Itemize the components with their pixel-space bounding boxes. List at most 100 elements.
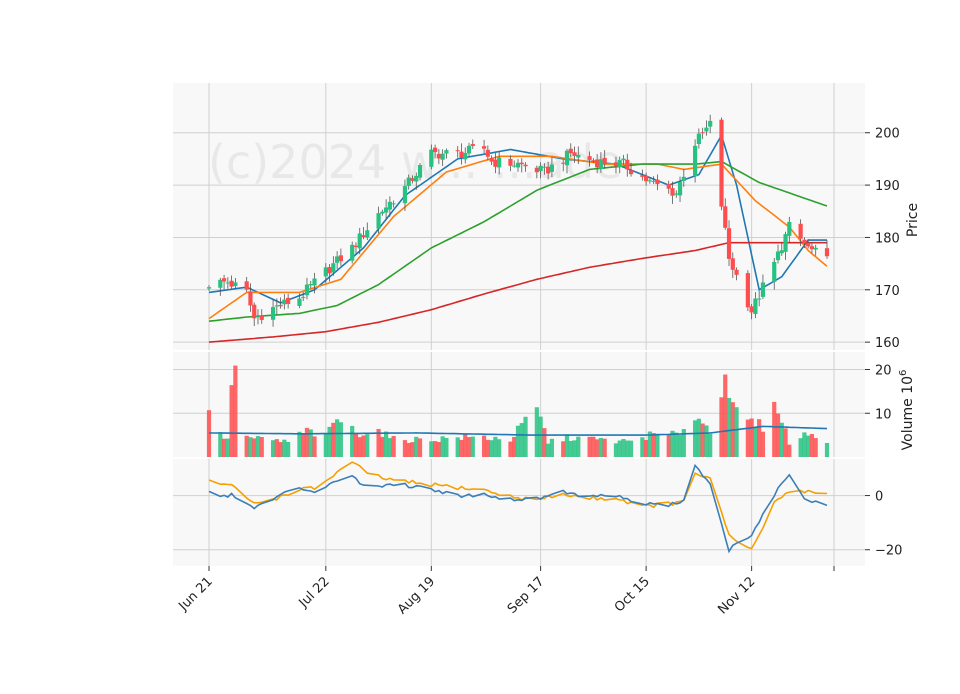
candle-body xyxy=(617,160,622,168)
candle-body xyxy=(331,263,336,273)
volume-bar xyxy=(677,434,683,457)
candle-body xyxy=(824,248,830,257)
x-tick-label: Aug 19 xyxy=(395,574,438,617)
volume-bar xyxy=(772,401,777,457)
volume-bar xyxy=(625,440,630,457)
candle-body xyxy=(670,188,675,196)
candle-body xyxy=(481,146,487,149)
candle-body xyxy=(282,299,287,305)
candle-body xyxy=(221,278,227,282)
candle-body xyxy=(598,159,604,169)
volume-bar xyxy=(493,436,498,457)
candle-body xyxy=(757,298,762,300)
volume-bar xyxy=(587,436,592,457)
candle-body xyxy=(304,284,310,296)
candle-body xyxy=(753,298,758,315)
volume-bar xyxy=(726,397,732,457)
volume-bar xyxy=(757,419,762,457)
candle-body xyxy=(391,203,396,205)
candle-body xyxy=(719,119,724,207)
candle-body xyxy=(546,166,551,174)
candle-body xyxy=(587,156,592,160)
candle-body xyxy=(493,159,498,167)
volume-bar xyxy=(628,440,634,457)
candle-body xyxy=(806,243,811,247)
candle-body xyxy=(218,279,223,288)
volume-bar xyxy=(621,439,626,457)
candle-body xyxy=(519,162,524,165)
volume-bar xyxy=(274,439,279,457)
volume-bar xyxy=(361,435,366,457)
candle-body xyxy=(542,166,547,168)
volume-bar xyxy=(380,436,385,457)
volume-bar xyxy=(406,442,411,457)
candle-body xyxy=(489,158,494,162)
candle-body xyxy=(651,180,656,182)
stock-chart: (c)2024 w... ...ade Jun 21 Jul 22 Aug 19 Se… xyxy=(173,83,921,617)
volume-bar xyxy=(542,428,547,457)
volume-bar xyxy=(568,440,573,457)
candle-body xyxy=(380,211,385,214)
volume-bar xyxy=(233,365,238,457)
candle-body xyxy=(278,304,283,307)
candle-body xyxy=(534,167,539,173)
oscillator-tick-label: −20 xyxy=(875,544,902,559)
price-tick-label: 200 xyxy=(875,127,900,142)
candle-body xyxy=(410,178,415,181)
volume-bar xyxy=(549,438,555,457)
volume-bar xyxy=(561,441,566,457)
candle-body xyxy=(644,175,649,182)
volume-bar xyxy=(466,437,472,457)
volume-bar xyxy=(304,427,310,457)
candle-body xyxy=(798,223,803,239)
volume-bar xyxy=(455,437,460,457)
candle-body xyxy=(350,244,355,261)
candle-body xyxy=(376,213,381,229)
candle-body xyxy=(681,176,686,181)
candle-body xyxy=(406,177,411,187)
volume-bar xyxy=(674,432,679,457)
candle-body xyxy=(613,162,619,167)
volume-bar xyxy=(775,413,781,457)
volume-bar xyxy=(440,436,445,457)
volume-bar xyxy=(519,423,524,457)
volume-bar xyxy=(640,437,645,457)
volume-bar xyxy=(470,436,475,457)
candle-body xyxy=(414,175,419,182)
volume-bar xyxy=(644,439,649,457)
volume-bar xyxy=(335,419,340,457)
volume-bar xyxy=(598,437,604,457)
candle-body xyxy=(647,180,652,182)
volume-bar xyxy=(693,420,698,457)
volume-bar xyxy=(806,435,811,457)
candle-body xyxy=(726,228,732,259)
candle-body xyxy=(274,305,279,307)
volume-bar xyxy=(595,439,600,457)
price-tick-label: 170 xyxy=(875,284,900,299)
candle-body xyxy=(440,153,445,160)
candle-body xyxy=(696,133,701,145)
volume-bar xyxy=(745,419,750,457)
x-tick-label: Nov 12 xyxy=(715,574,758,617)
candle-body xyxy=(323,267,328,277)
candle-body xyxy=(693,145,698,177)
volume-bar xyxy=(432,441,438,457)
volume-bar xyxy=(696,418,701,457)
volume-bar xyxy=(278,442,283,457)
volume-bar xyxy=(259,437,264,457)
volume-bar xyxy=(591,436,596,457)
volume-bar xyxy=(225,438,230,457)
volume-bar xyxy=(779,422,784,457)
volume-bar xyxy=(602,438,607,457)
candle-body xyxy=(470,144,475,146)
x-tick-label: Sep 17 xyxy=(505,574,548,617)
volume-bar xyxy=(327,426,332,457)
volume-bar xyxy=(809,434,815,457)
volume-bar xyxy=(489,440,494,457)
volume-bar xyxy=(248,437,253,457)
candle-body xyxy=(206,287,212,289)
volume-bar xyxy=(414,436,419,457)
volume-bar xyxy=(429,441,434,457)
candle-body xyxy=(301,296,306,298)
candle-body xyxy=(512,165,517,167)
